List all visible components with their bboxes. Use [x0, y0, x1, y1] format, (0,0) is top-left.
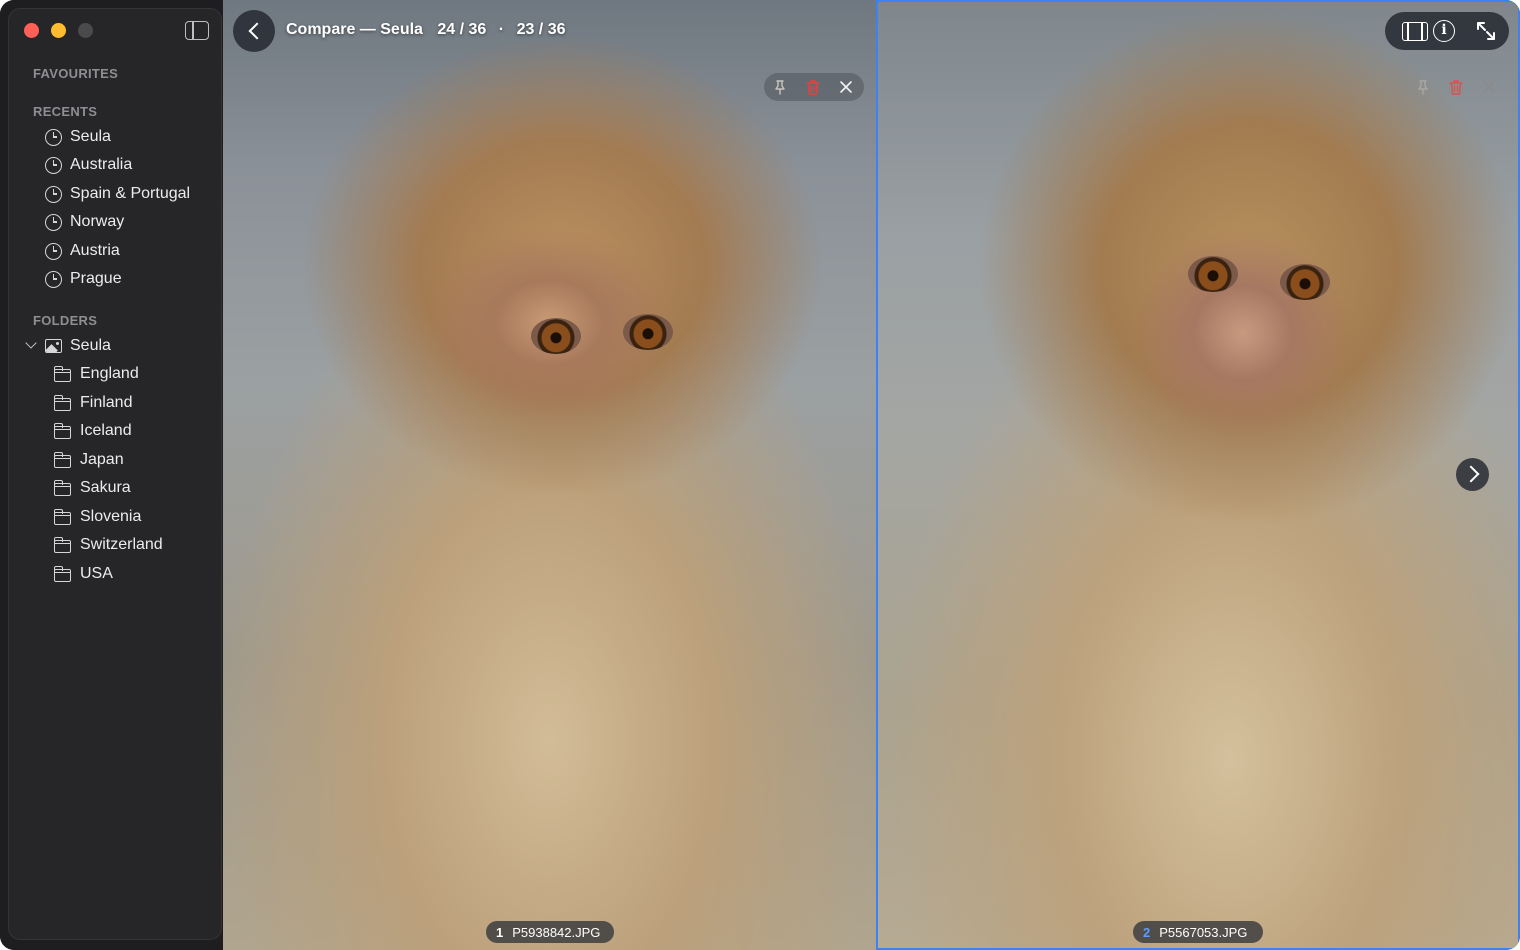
close-icon[interactable]	[1481, 79, 1497, 95]
folder-item-sakura[interactable]: Sakura	[53, 475, 131, 501]
clock-icon	[45, 242, 62, 260]
left-filename: P5938842.JPG	[512, 924, 601, 940]
folder-item-japan[interactable]: Japan	[53, 447, 124, 473]
folder-icon	[53, 451, 71, 468]
info-icon[interactable]: i	[1433, 20, 1455, 42]
recent-item-label: Norway	[70, 213, 125, 230]
title-text: Compare — Seula	[286, 21, 423, 38]
left-pane-index: 1	[496, 924, 504, 940]
photo-library-icon	[45, 339, 62, 353]
left-photo-count: 24 / 36	[437, 21, 487, 38]
compare-pane-right[interactable]	[876, 0, 1520, 950]
sidebar: FAVOURITES RECENTS Seula Australia Spain…	[0, 0, 223, 950]
right-filename-badge: 2 P5567053.JPG	[1133, 921, 1263, 943]
fullscreen-icon[interactable]	[1475, 20, 1497, 42]
folder-item-england[interactable]: England	[53, 361, 139, 387]
recent-item-label: Spain & Portugal	[70, 185, 191, 202]
photo-detail	[531, 318, 581, 354]
right-pane-index: 2	[1143, 924, 1151, 940]
clock-icon	[45, 185, 62, 203]
recent-item-austria[interactable]: Austria	[45, 238, 120, 264]
clock-icon	[45, 213, 62, 231]
back-button[interactable]	[233, 10, 275, 52]
folder-icon	[53, 508, 71, 525]
filmstrip-icon[interactable]	[1402, 22, 1428, 41]
photo-detail	[1280, 264, 1330, 300]
folder-item-slovenia[interactable]: Slovenia	[53, 504, 142, 530]
recent-item-norway[interactable]: Norway	[45, 209, 124, 235]
folder-item-finland[interactable]: Finland	[53, 390, 133, 416]
photo-detail	[623, 314, 673, 350]
photo-detail	[1188, 256, 1238, 292]
recent-item-label: Austria	[70, 242, 120, 259]
right-photo-count: 23 / 36	[516, 21, 566, 38]
clock-icon	[45, 128, 62, 146]
recent-item-label: Seula	[70, 128, 111, 145]
title-separator: ·	[498, 21, 505, 38]
folder-item-label: USA	[80, 565, 113, 582]
clock-icon	[45, 156, 62, 174]
recent-item-label: Australia	[70, 156, 133, 173]
zoom-window-button[interactable]	[78, 23, 93, 38]
recents-header: RECENTS	[33, 104, 98, 119]
right-pane-actions	[1407, 73, 1507, 101]
pin-icon[interactable]	[1415, 79, 1431, 95]
sidebar-panel	[8, 8, 222, 940]
right-filename: P5567053.JPG	[1159, 924, 1248, 940]
left-filename-badge: 1 P5938842.JPG	[486, 921, 614, 943]
folder-item-label: Iceland	[80, 422, 132, 439]
clock-icon	[45, 270, 62, 288]
folder-icon	[53, 422, 71, 439]
sidebar-toggle-icon[interactable]	[185, 21, 209, 40]
photo-left	[223, 0, 876, 950]
folder-item-label: Finland	[80, 394, 133, 411]
page-title: Compare — Seula 24 / 36 · 23 / 36	[286, 21, 566, 39]
close-window-button[interactable]	[24, 23, 39, 38]
folder-item-usa[interactable]: USA	[53, 561, 113, 587]
folder-item-label: Japan	[80, 451, 124, 468]
trash-icon[interactable]	[805, 79, 821, 95]
recent-item-seula[interactable]: Seula	[45, 124, 111, 150]
folder-item-label: England	[80, 365, 139, 382]
view-toolbar: i	[1385, 12, 1509, 50]
next-button[interactable]	[1456, 458, 1489, 491]
folder-item-iceland[interactable]: Iceland	[53, 418, 132, 444]
folder-icon	[53, 479, 71, 496]
folders-header: FOLDERS	[33, 313, 98, 328]
minimize-window-button[interactable]	[51, 23, 66, 38]
folder-item-seula[interactable]: Seula	[45, 333, 111, 359]
photo-right	[878, 2, 1518, 948]
folder-item-label: Sakura	[80, 479, 131, 496]
folder-item-label: Slovenia	[80, 508, 142, 525]
recent-item-spain-portugal[interactable]: Spain & Portugal	[45, 181, 190, 207]
folder-item-switzerland[interactable]: Switzerland	[53, 532, 163, 558]
folder-icon	[53, 565, 71, 582]
pin-icon[interactable]	[772, 79, 788, 95]
trash-icon[interactable]	[1448, 79, 1464, 95]
folder-icon	[53, 394, 71, 411]
recent-item-prague[interactable]: Prague	[45, 266, 122, 292]
left-pane-actions	[764, 73, 864, 101]
app-window: FAVOURITES RECENTS Seula Australia Spain…	[0, 0, 1520, 950]
folder-item-label: Seula	[70, 337, 111, 354]
recent-item-australia[interactable]: Australia	[45, 152, 132, 178]
folder-icon	[53, 536, 71, 553]
folder-item-label: Switzerland	[80, 536, 163, 553]
recent-item-label: Prague	[70, 270, 122, 287]
favourites-header: FAVOURITES	[33, 66, 119, 81]
folder-icon	[53, 365, 71, 382]
compare-pane-left[interactable]	[223, 0, 876, 950]
close-icon[interactable]	[838, 79, 854, 95]
